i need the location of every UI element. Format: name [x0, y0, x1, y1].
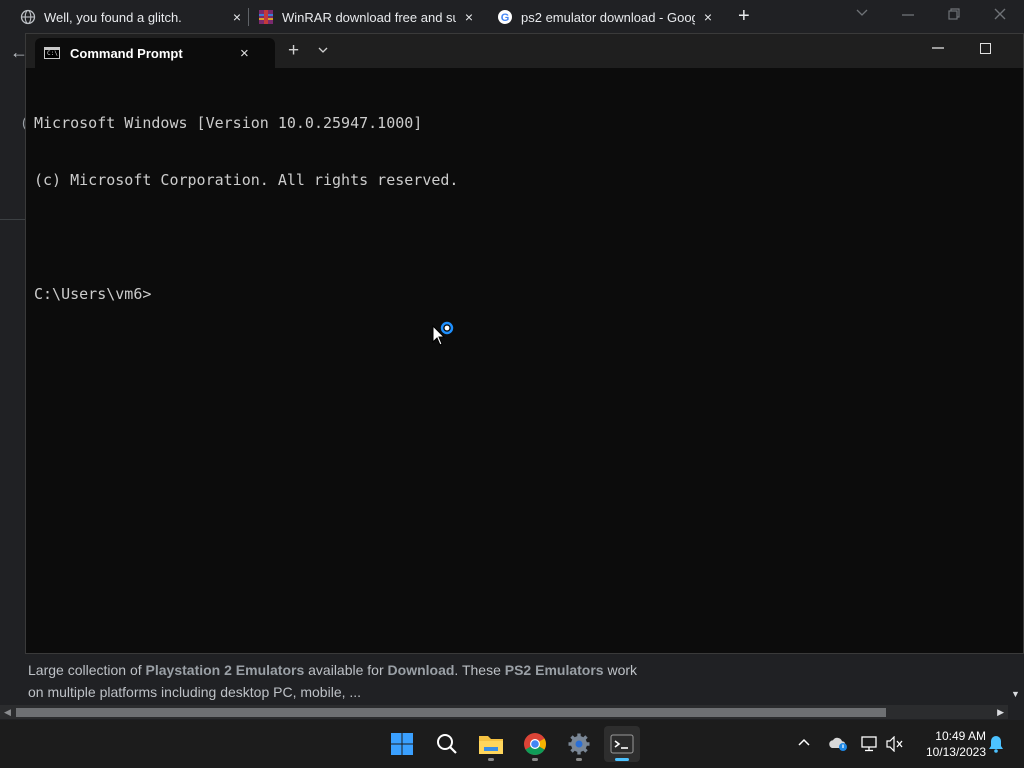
terminal-line: (c) Microsoft Corporation. All rights re…: [34, 171, 459, 189]
terminal-window[interactable]: C:\ Command Prompt × + Microsoft Windows…: [25, 33, 1024, 654]
terminal-icon: [610, 734, 634, 754]
file-explorer-button[interactable]: [473, 726, 509, 762]
browser-tab-google[interactable]: G ps2 emulator download - Google ×: [497, 0, 715, 34]
browser-tab-winrar[interactable]: WinRAR download free and supp ×: [258, 0, 476, 34]
clock[interactable]: 10:49 AM 10/13/2023: [914, 728, 986, 760]
browser-tab-title: Well, you found a glitch.: [44, 9, 182, 25]
running-indicator: [576, 758, 582, 761]
show-hidden-icons-button[interactable]: [798, 734, 810, 749]
settings-button[interactable]: [561, 726, 597, 762]
restore-icon[interactable]: [948, 8, 960, 20]
folder-icon: [479, 736, 503, 754]
notification-bell-icon[interactable]: [988, 735, 1004, 753]
cmd-icon: C:\: [44, 47, 60, 59]
scrollbar-thumb[interactable]: [16, 708, 886, 717]
tab-separator: [248, 8, 249, 26]
active-indicator: [615, 758, 629, 761]
browser-tab-strip: Well, you found a glitch. × WinRAR downl…: [0, 0, 1024, 34]
terminal-line: Microsoft Windows [Version 10.0.25947.10…: [34, 114, 423, 132]
chevron-down-icon[interactable]: [318, 47, 328, 54]
search-button[interactable]: [429, 726, 465, 762]
network-icon[interactable]: [860, 736, 878, 752]
close-tab-button[interactable]: ×: [240, 45, 249, 62]
snippet-line-2: on multiple platforms including desktop …: [28, 684, 362, 700]
scroll-right-icon[interactable]: ▶: [997, 705, 1004, 719]
google-icon: G: [498, 10, 512, 24]
tab-search-chevron-icon[interactable]: [856, 9, 868, 17]
windows-logo-icon: [391, 733, 413, 755]
close-icon[interactable]: ×: [462, 9, 476, 25]
clock-time: 10:49 AM: [935, 729, 986, 743]
maximize-icon[interactable]: [980, 43, 991, 54]
busy-cursor-icon: [432, 321, 454, 346]
terminal-tab-title: Command Prompt: [70, 45, 183, 61]
minimize-icon[interactable]: [902, 14, 914, 16]
globe-icon: [20, 9, 36, 25]
new-tab-button[interactable]: +: [738, 5, 750, 28]
volume-muted-icon[interactable]: [886, 736, 904, 752]
new-terminal-tab-button[interactable]: +: [288, 40, 299, 62]
horizontal-scrollbar[interactable]: ◀ ▶: [0, 705, 1008, 719]
close-icon[interactable]: ×: [701, 9, 715, 25]
svg-text:G: G: [501, 12, 510, 24]
browser-tab-title: WinRAR download free and supp: [282, 9, 456, 25]
terminal-output[interactable]: Microsoft Windows [Version 10.0.25947.10…: [34, 76, 458, 342]
minimize-icon[interactable]: [932, 47, 944, 49]
chrome-icon: [524, 733, 546, 755]
gear-icon: [568, 733, 590, 755]
terminal-button[interactable]: [604, 726, 640, 762]
browser-tab-title: ps2 emulator download - Google: [521, 9, 695, 25]
scroll-down-icon[interactable]: ▼: [1011, 689, 1020, 699]
snippet-line-1: Large collection of Playstation 2 Emulat…: [28, 662, 638, 678]
terminal-titlebar[interactable]: C:\ Command Prompt × +: [26, 34, 1023, 68]
onedrive-icon[interactable]: [828, 736, 848, 752]
winrar-icon: [259, 10, 273, 24]
search-result-snippet: Large collection of Playstation 2 Emulat…: [28, 659, 648, 703]
running-indicator: [532, 758, 538, 761]
chevron-up-icon: [798, 738, 810, 746]
terminal-prompt: C:\Users\vm6>: [34, 285, 152, 303]
taskbar: 10:49 AM 10/13/2023: [0, 720, 1024, 768]
running-indicator: [488, 758, 494, 761]
close-window-icon[interactable]: [994, 8, 1006, 20]
close-icon[interactable]: ×: [230, 9, 244, 25]
search-icon: [437, 734, 457, 754]
desktop: Well, you found a glitch. × WinRAR downl…: [0, 0, 1024, 768]
terminal-tab-command-prompt[interactable]: C:\ Command Prompt ×: [35, 38, 275, 68]
browser-tab-glitch[interactable]: Well, you found a glitch. ×: [20, 0, 244, 34]
start-button[interactable]: [384, 726, 420, 762]
divider: [0, 219, 25, 220]
scroll-left-icon[interactable]: ◀: [4, 705, 11, 719]
chrome-button[interactable]: [517, 726, 553, 762]
clock-date: 10/13/2023: [925, 745, 986, 759]
